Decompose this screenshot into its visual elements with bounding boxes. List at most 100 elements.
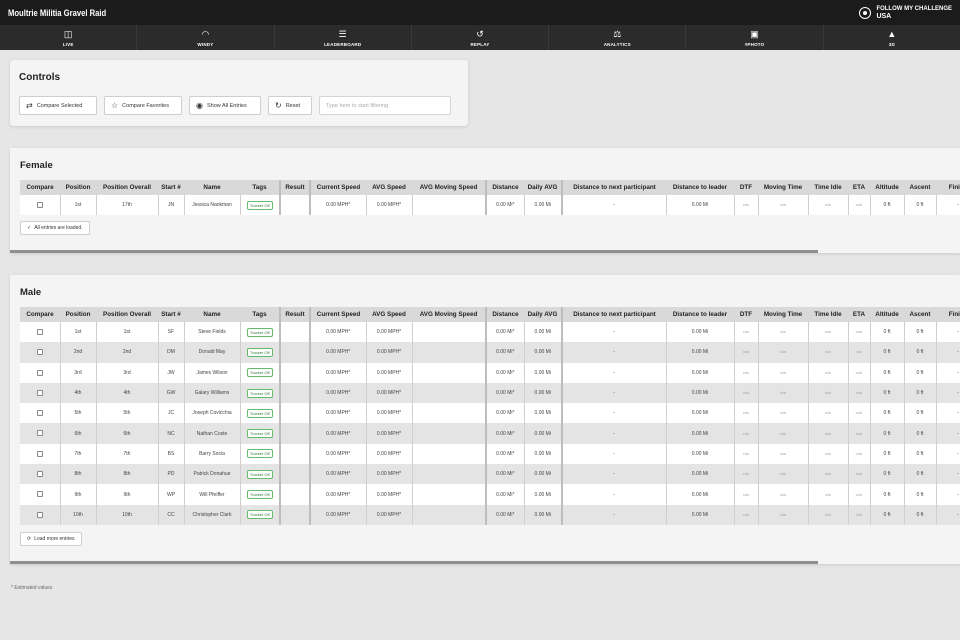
compare-checkbox[interactable] [36, 450, 43, 457]
table-row[interactable]: 6th 6th NC Nathan Coste Tracker Off 0.00 MPH*… [20, 423, 960, 444]
column-header-time-idle[interactable]: Time Idle [808, 180, 848, 195]
compare-checkbox[interactable] [36, 410, 43, 417]
column-header-current-speed[interactable]: Current Speed [309, 180, 366, 195]
column-header-distance[interactable]: Distance [485, 307, 524, 322]
star-icon: ☆ [111, 100, 119, 110]
column-header-ascent[interactable]: Ascent [904, 180, 936, 195]
filter-input[interactable] [319, 96, 451, 115]
cell-distance-to-next: - [561, 403, 667, 424]
column-header-eta[interactable]: ETA [848, 180, 870, 195]
horizontal-scrollbar[interactable] [10, 561, 818, 564]
column-header-position-overall[interactable]: Position Overall [96, 180, 158, 195]
compare-checkbox[interactable] [36, 511, 43, 518]
nav-leaderboard[interactable]: ☰ LEADERBOARD [275, 25, 412, 50]
nav-windy[interactable]: ◠ WINDY [137, 25, 275, 50]
column-header-altitude[interactable]: Altitude [870, 307, 904, 322]
column-header-dtf[interactable]: DTF [734, 180, 758, 195]
table-row[interactable]: 9th 9th WP Will Pfeiffer Tracker Off 0.00 MPH… [20, 484, 960, 505]
cell-compare [20, 443, 61, 465]
compare-checkbox[interactable] [36, 349, 43, 356]
table-row[interactable]: 8th 8th PD Patrick Donahue Tracker Off 0.00 M… [20, 464, 960, 485]
altitude-value: 0 ft [883, 410, 891, 417]
cell-time-idle: n/a [808, 464, 849, 485]
column-header-name[interactable]: Name [184, 307, 240, 322]
column-header-name[interactable]: Name [184, 180, 240, 195]
column-header-result[interactable]: Result [279, 307, 310, 322]
column-header-start-number[interactable]: Start # [158, 307, 184, 322]
column-header-avg-moving-speed[interactable]: AVG Moving Speed [412, 307, 486, 322]
column-header-avg-moving-speed[interactable]: AVG Moving Speed [412, 180, 486, 195]
table-row[interactable]: 1st 1st SF Steve Fields Tracker Off 0.00 MPH*… [20, 322, 960, 343]
nav-replay[interactable]: ↺ REPLAY [412, 25, 550, 50]
column-header-position-overall[interactable]: Position Overall [96, 307, 158, 322]
column-header-current-speed[interactable]: Current Speed [309, 307, 366, 322]
gauge-icon: ◠ [201, 28, 210, 39]
column-header-daily-avg[interactable]: Daily AVG [524, 180, 562, 195]
table-row[interactable]: 4th 4th GW Galary Williams Tracker Off 0.00 M… [20, 382, 960, 404]
position-overall-value: 8th [123, 471, 131, 478]
table-row[interactable]: 2nd 2nd DM Donald May Tracker Off 0.00 MPH* 0.… [20, 342, 960, 363]
column-header-distance-to-leader[interactable]: Distance to leader [666, 307, 734, 322]
cell-position-overall: 1st [96, 322, 159, 343]
compare-checkbox[interactable] [36, 201, 43, 208]
cell-distance-to-leader: 0.00 Mi [666, 342, 735, 363]
cell-avg-speed: 0.00 MPH* [366, 403, 413, 424]
nav-live[interactable]: ◫ LIVE [0, 25, 138, 50]
show-all-entries-button[interactable]: ◉ Show All Entries [189, 96, 261, 115]
compare-checkbox[interactable] [36, 430, 43, 437]
column-header-compare[interactable]: Compare [20, 307, 60, 322]
cell-position: 5th [60, 403, 97, 424]
column-header-moving-time[interactable]: Moving Time [758, 307, 808, 322]
column-header-result[interactable]: Result [279, 180, 310, 195]
cell-daily-avg: 0.00 Mi [524, 382, 563, 404]
compare-checkbox[interactable] [36, 369, 43, 376]
nav-analytics[interactable]: ⚖ ANALYTICS [549, 25, 687, 50]
table-row[interactable]: 1st 17th JN Jessica Nankman Tracker Off 0.00 … [20, 195, 960, 216]
column-header-tags[interactable]: Tags [240, 180, 280, 195]
cell-tags: Tracker Off [240, 382, 281, 404]
compare-checkbox[interactable] [36, 471, 43, 478]
column-header-moving-time[interactable]: Moving Time [758, 180, 808, 195]
column-header-distance-to-next[interactable]: Distance to next participant [561, 180, 666, 195]
compare-checkbox[interactable] [36, 491, 43, 498]
column-header-distance[interactable]: Distance [485, 180, 524, 195]
position-overall-value: 4th [123, 390, 131, 397]
column-header-avg-speed[interactable]: AVG Speed [366, 180, 412, 195]
male-table: Compare Position Position Overall Start # Na… [20, 307, 960, 525]
column-header-daily-avg[interactable]: Daily AVG [524, 307, 562, 322]
tracker-status-badge: Tracker Off [246, 429, 273, 439]
compare-favorites-button[interactable]: ☆ Compare Favorites [104, 96, 182, 115]
table-row[interactable]: 3rd 3rd JW James Wilson Tracker Off 0.00 MPH*… [20, 362, 960, 383]
nav-photo[interactable]: ▣ #PHOTO [686, 25, 824, 50]
brand-logo[interactable]: FOLLOW MY CHALLENGE USA [859, 6, 952, 20]
horizontal-scrollbar[interactable] [10, 250, 818, 253]
table-row[interactable]: 10th 10th CC Christopher Clark Tracker Off 0.… [20, 504, 960, 525]
column-header-position[interactable]: Position [60, 180, 96, 195]
reset-button[interactable]: ↻ Reset [268, 96, 312, 115]
column-header-ascent[interactable]: Ascent [904, 307, 936, 322]
table-row[interactable]: 7th 7th BS Barry Socia Tracker Off 0.00 MPH* 0… [20, 443, 960, 465]
column-header-finish[interactable]: Finish [936, 180, 960, 195]
column-header-eta[interactable]: ETA [848, 307, 870, 322]
column-header-dtf[interactable]: DTF [734, 307, 758, 322]
column-header-altitude[interactable]: Altitude [870, 180, 904, 195]
column-header-compare[interactable]: Compare [20, 180, 60, 195]
compare-selected-button[interactable]: ⇄ Compare Selected [19, 96, 97, 115]
compare-checkbox[interactable] [36, 328, 43, 335]
column-header-time-idle[interactable]: Time Idle [808, 307, 848, 322]
cell-compare [20, 382, 61, 404]
column-header-distance-to-leader[interactable]: Distance to leader [666, 180, 734, 195]
compare-checkbox[interactable] [36, 389, 43, 396]
column-header-finish[interactable]: Finish [936, 307, 960, 322]
column-header-start-number[interactable]: Start # [158, 180, 184, 195]
column-header-avg-speed[interactable]: AVG Speed [366, 307, 412, 322]
nav-3d[interactable]: ▲ 3D [824, 25, 960, 50]
column-header-tags[interactable]: Tags [240, 307, 280, 322]
column-header-position[interactable]: Position [60, 307, 96, 322]
load-more-button[interactable]: ⟳ Load more entries [20, 532, 82, 546]
cell-altitude: 0 ft [870, 403, 905, 424]
table-row[interactable]: 5th 5th JC Joseph Covicchia Tracker Off 0.00 … [20, 403, 960, 424]
distance-to-leader-value: 0.00 Mi [691, 450, 709, 457]
cell-result [279, 322, 311, 343]
column-header-distance-to-next[interactable]: Distance to next participant [561, 307, 666, 322]
